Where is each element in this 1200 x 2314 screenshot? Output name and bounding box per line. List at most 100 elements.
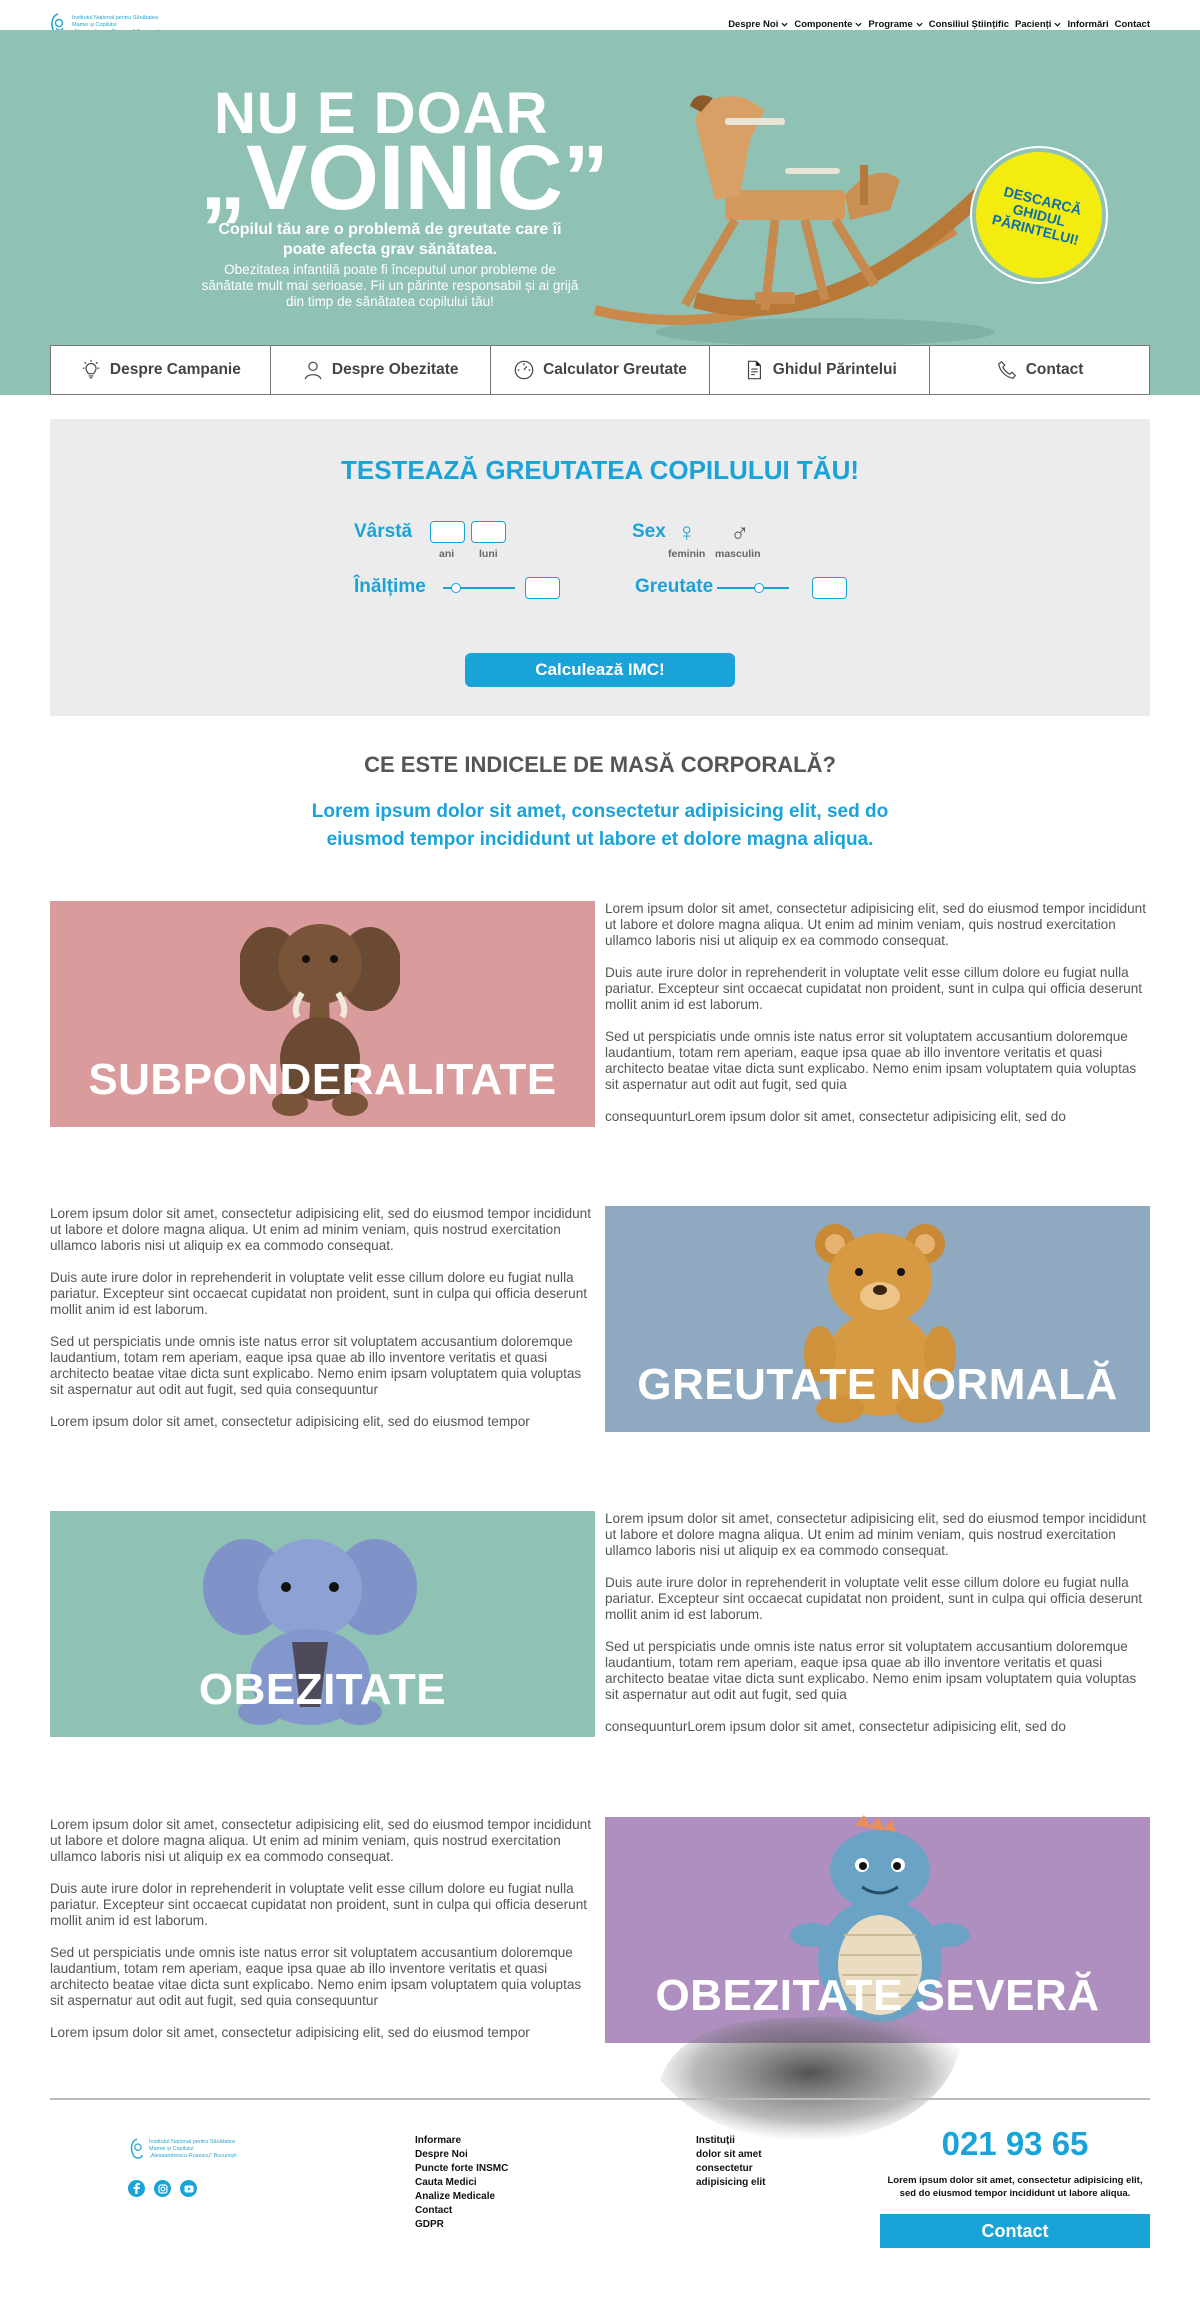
male-caption: masculin (715, 548, 761, 560)
nav-item-componente[interactable]: Componente (794, 19, 862, 30)
rocking-horse-icon (593, 95, 1001, 346)
category-text-obesity: Lorem ipsum dolor sit amet, consectetur … (605, 1511, 1150, 1751)
nav-label: Despre Noi (728, 19, 779, 30)
logo-text: Institutul Național pentru Sănătatea Mam… (149, 2139, 237, 2160)
tab-label: Contact (1025, 361, 1084, 378)
nav-item-pacienti[interactable]: Pacienți (1015, 19, 1061, 30)
male-symbol-icon[interactable]: ♂ (730, 519, 750, 545)
lightbulb-icon (82, 359, 100, 379)
institutions-line: consectetur (696, 2163, 753, 2174)
category-card-obesity: OBEZITATE (50, 1511, 595, 1737)
weight-slider-track[interactable] (717, 587, 789, 589)
main-nav: Despre Noi Componente Programe Consiliul… (728, 19, 1150, 30)
nav-item-informari[interactable]: Informări (1067, 19, 1108, 30)
top-bar: Institutul Național pentru Sănătatea Mam… (0, 0, 1200, 36)
footer-link-informare[interactable]: Informare (415, 2134, 508, 2148)
weight-label: Greutate (635, 576, 714, 597)
scale-icon (514, 360, 534, 380)
logo-line-3: „Alessandrescu-Rusescu" București (149, 2152, 237, 2159)
tab-despre-obezitate[interactable]: Despre Obezitate (271, 346, 491, 394)
paragraph: Duis aute irure dolor in reprehenderit i… (50, 1881, 588, 1928)
footer-contact-button[interactable]: Contact (880, 2214, 1150, 2248)
age-years-input[interactable] (430, 521, 465, 543)
chevron-down-icon (855, 22, 862, 27)
footer-links: Informare Despre Noi Puncte forte INSMC … (415, 2134, 508, 2232)
paragraph: consequunturLorem ipsum dolor sit amet, … (605, 1109, 1066, 1124)
paragraph: Sed ut perspiciatis unde omnis iste natu… (50, 1334, 582, 1397)
document-icon (747, 360, 761, 380)
paragraph: Sed ut perspiciatis unde omnis iste natu… (605, 1029, 1137, 1092)
hero-title-line-2: „VOINIC” (200, 127, 609, 229)
category-text-severe-obesity: Lorem ipsum dolor sit amet, consectetur … (50, 1817, 595, 2057)
instagram-icon[interactable] (154, 2180, 171, 2197)
youtube-icon[interactable] (180, 2180, 197, 2197)
institutions-heading[interactable]: Instituții (696, 2134, 765, 2148)
download-guide-badge[interactable]: DESCARCĂ GHIDUL PĂRINTELUI! (976, 152, 1102, 278)
tab-label: Calculator Greutate (543, 361, 687, 378)
height-label: Înălțime (354, 576, 426, 597)
footer-institutions: Instituții dolor sit amet consectetur ad… (696, 2134, 765, 2190)
tab-despre-campanie[interactable]: Despre Campanie (51, 346, 271, 394)
category-card-normal: GREUTATE NORMALĂ (605, 1206, 1150, 1432)
chevron-down-icon (1054, 22, 1061, 27)
institutions-line: dolor sit amet (696, 2149, 762, 2160)
footer-link-puncte-forte[interactable]: Puncte forte INSMC (415, 2162, 508, 2176)
footer-link-contact[interactable]: Contact (415, 2204, 508, 2218)
nav-item-programe[interactable]: Programe (868, 19, 923, 30)
age-label: Vârstă (354, 521, 413, 542)
facebook-icon[interactable] (128, 2180, 145, 2197)
age-months-input[interactable] (471, 521, 506, 543)
category-text-underweight: Lorem ipsum dolor sit amet, consectetur … (605, 901, 1150, 1141)
paragraph: Duis aute irure dolor in reprehenderit i… (605, 1575, 1143, 1622)
nav-item-contact[interactable]: Contact (1115, 19, 1150, 30)
footer-link-gdpr[interactable]: GDPR (415, 2218, 508, 2232)
weight-input[interactable] (812, 577, 847, 599)
nav-label: Componente (794, 19, 853, 30)
footer-logo[interactable]: Institutul Național pentru Sănătatea Mam… (128, 2137, 237, 2161)
paragraph: Duis aute irure dolor in reprehenderit i… (605, 965, 1143, 1012)
tab-ghidul-parintelui[interactable]: Ghidul Părintelui (710, 346, 931, 394)
paragraph: Lorem ipsum dolor sit amet, consectetur … (50, 1817, 591, 1864)
logo-line-2: Mamei și Copilului (149, 2145, 194, 2152)
calculate-bmi-button[interactable]: Calculează IMC! (465, 653, 735, 687)
footer-phone-text: Lorem ipsum dolor sit amet, consectetur … (887, 2175, 1143, 2199)
logo-line-1: Institutul Național pentru Sănătatea (149, 2138, 235, 2145)
phone-icon (997, 360, 1016, 379)
footer-link-despre-noi[interactable]: Despre Noi (415, 2148, 508, 2162)
height-input[interactable] (525, 577, 560, 599)
nav-label: Contact (1114, 19, 1150, 30)
height-slider-handle[interactable] (451, 583, 461, 593)
paragraph: Lorem ipsum dolor sit amet, consectetur … (605, 901, 1146, 948)
paragraph: Sed ut perspiciatis unde omnis iste natu… (50, 1945, 582, 2008)
footer-phone-number[interactable]: 021 93 65 (880, 2125, 1150, 2163)
hero-description: Obezitatea infantilă poate fi începutul … (201, 262, 579, 309)
footer-link-analize-medicale[interactable]: Analize Medicale (415, 2190, 508, 2204)
tab-calculator-greutate[interactable]: Calculator Greutate (491, 346, 711, 394)
bmi-section-title: CE ESTE INDICELE DE MASĂ CORPORALĂ? (364, 752, 836, 777)
chevron-down-icon (781, 22, 788, 27)
tab-contact[interactable]: Contact (930, 346, 1149, 394)
social-links (128, 2180, 197, 2197)
nav-item-despre-noi[interactable]: Despre Noi (728, 19, 788, 30)
female-symbol-icon[interactable]: ♀ (677, 519, 697, 545)
paragraph: Duis aute irure dolor in reprehenderit i… (50, 1270, 588, 1317)
paragraph: Lorem ipsum dolor sit amet, consectetur … (50, 1206, 591, 1253)
footer-link-cauta-medici[interactable]: Cauta Medici (415, 2176, 508, 2190)
logo-line-1: Institutul Național pentru Sănătatea (72, 14, 158, 21)
category-label: SUBPONDERALITATE (88, 1055, 557, 1104)
tab-label: Ghidul Părintelui (772, 361, 897, 378)
category-label: GREUTATE NORMALĂ (637, 1360, 1118, 1409)
institutions-line: adipisicing elit (696, 2177, 766, 2188)
tab-label: Despre Campanie (109, 361, 241, 378)
nav-label: Programe (868, 19, 913, 30)
person-icon (304, 361, 322, 380)
paragraph: Lorem ipsum dolor sit amet, consectetur … (50, 1414, 530, 1429)
hero-subtitle: Copilul tău are o problemă de greutate c… (218, 221, 562, 258)
nav-item-consiliul-stiintific[interactable]: Consiliul Științific (929, 19, 1009, 30)
section-tabs: Despre Campanie Despre Obezitate Calcula… (50, 345, 1150, 395)
weight-calculator: TESTEAZĂ GREUTATEA COPILULUI TĂU! Vârstă… (50, 419, 1150, 716)
nav-label: Pacienți (1015, 19, 1052, 30)
mother-child-logo-icon (130, 2138, 144, 2159)
paragraph: Lorem ipsum dolor sit amet, consectetur … (50, 2025, 530, 2040)
weight-slider-handle[interactable] (754, 583, 764, 593)
